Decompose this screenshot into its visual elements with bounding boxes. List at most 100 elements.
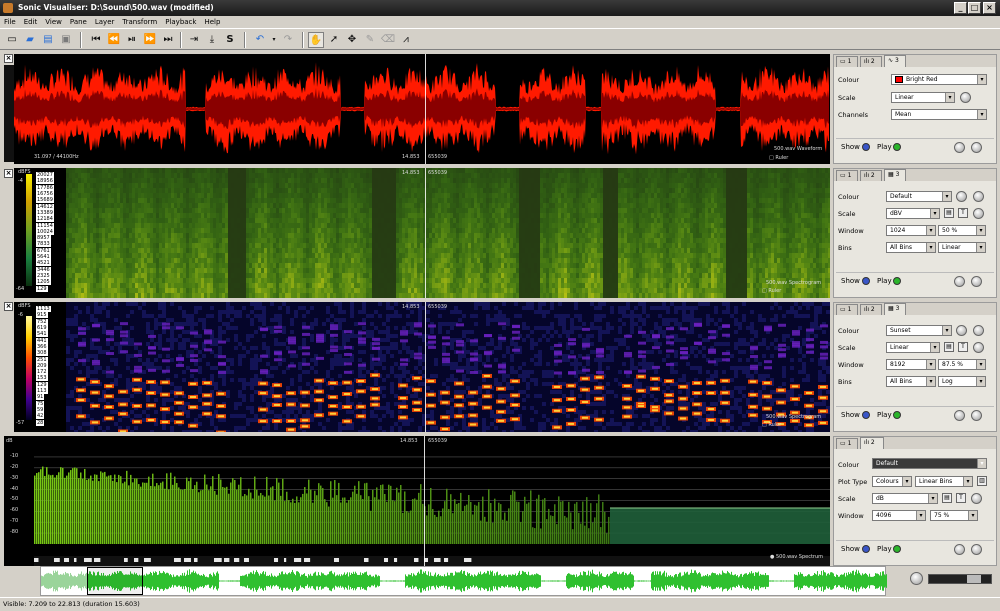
forward-end-icon[interactable]: ⏭ [160, 32, 176, 48]
gain-knob[interactable] [973, 342, 984, 353]
move-icon[interactable]: ✥ [344, 32, 360, 48]
menu-transform[interactable]: Transform [118, 16, 161, 28]
gain-knob[interactable] [960, 92, 971, 103]
tab-layer-2[interactable]: ılı 2 [860, 56, 882, 67]
maximize-button[interactable]: □ [968, 2, 981, 14]
playback-gain-knob[interactable] [954, 142, 965, 153]
ruler-toggle[interactable]: □ Ruler [769, 155, 788, 161]
scale-select[interactable]: Linear ▾ [891, 92, 955, 103]
playback-pan-knob[interactable] [971, 410, 982, 421]
playback-cursor[interactable] [425, 302, 426, 432]
tab-layer-1[interactable]: ▭ 1 [836, 304, 858, 315]
normalize-visible-button[interactable]: T [958, 208, 968, 218]
threshold-knob[interactable] [973, 191, 984, 202]
tab-layer-2[interactable]: ılı 2 [860, 170, 882, 181]
rewind-start-icon[interactable]: ⏮ [88, 32, 104, 48]
draw-pencil-icon[interactable]: ✎ [362, 32, 378, 48]
ruler-toggle[interactable]: □ Ruler [762, 422, 781, 428]
tab-layer-2[interactable]: ılı 2 [860, 304, 882, 315]
spectrogram-pane[interactable]: 14.853 655039 500.wav Spectrogram □ Rule… [66, 302, 830, 432]
playback-gain-knob[interactable] [910, 572, 923, 585]
export-icon[interactable]: ▣ [58, 32, 74, 48]
open-folder-icon[interactable]: ▰ [22, 32, 38, 48]
playback-cursor[interactable] [425, 168, 426, 298]
channels-select[interactable]: Mean ▾ [891, 109, 987, 120]
scale-select[interactable]: dBV ▾ [886, 208, 940, 219]
play-toggle[interactable] [893, 143, 901, 151]
tab-layer-1[interactable]: ▭ 1 [836, 438, 858, 449]
overview-pane[interactable] [40, 566, 887, 596]
window-size-select[interactable]: 1024 ▾ [886, 225, 936, 236]
select-arrow-icon[interactable]: ➚ [326, 32, 342, 48]
tab-layer-3[interactable]: ▦ 3 [884, 303, 906, 315]
bins-select[interactable]: All Bins ▾ [886, 242, 936, 253]
menu-view[interactable]: View [41, 16, 66, 28]
playback-speed-slider[interactable] [928, 574, 992, 584]
colour-select[interactable]: Default ▾ [872, 458, 987, 469]
menu-file[interactable]: File [0, 16, 20, 28]
menu-help[interactable]: Help [200, 16, 224, 28]
normalize-columns-button[interactable]: ▤ [944, 208, 954, 218]
play-toggle[interactable] [893, 277, 901, 285]
visible-region-box[interactable] [87, 567, 143, 595]
window-overlap-select[interactable]: 87.5 % ▾ [938, 359, 986, 370]
erase-icon[interactable]: ⌫ [380, 32, 396, 48]
play-pause-icon[interactable]: ⏯ [124, 32, 140, 48]
scale-select[interactable]: dB ▾ [872, 493, 938, 504]
playback-gain-knob[interactable] [954, 276, 965, 287]
new-file-icon[interactable]: ▭ [4, 32, 20, 48]
bins-select[interactable]: All Bins ▾ [886, 376, 936, 387]
menu-pane[interactable]: Pane [66, 16, 91, 28]
plot-type-select[interactable]: Colours ▾ [872, 476, 912, 487]
rewind-icon[interactable]: ⏪ [106, 32, 122, 48]
play-selection-icon[interactable]: ⇥ [186, 32, 202, 48]
save-icon[interactable]: ▤ [40, 32, 56, 48]
colour-select[interactable]: Bright Red ▾ [891, 74, 987, 85]
tab-layer-3[interactable]: ▦ 3 [884, 169, 906, 181]
redo-icon[interactable]: ↷ [280, 32, 296, 48]
show-toggle[interactable] [862, 545, 870, 553]
slider-handle[interactable] [967, 575, 981, 583]
bin-scale-select[interactable]: Log ▾ [938, 376, 986, 387]
playback-cursor[interactable] [424, 436, 425, 566]
window-size-select[interactable]: 8192 ▾ [886, 359, 936, 370]
show-toggle[interactable] [862, 277, 870, 285]
playback-gain-knob[interactable] [954, 544, 965, 555]
spectrum-pane[interactable]: dB -10 -20 -30 -40 -50 -60 -70 -80 14.853 65503… [4, 436, 830, 566]
ruler-toggle[interactable]: □ Ruler [762, 288, 781, 294]
minimize-button[interactable]: _ [954, 2, 967, 14]
playback-gain-knob[interactable] [954, 410, 965, 421]
playback-pan-knob[interactable] [971, 544, 982, 555]
show-peaks-button[interactable]: ▥ [977, 476, 987, 486]
gain-knob[interactable] [973, 208, 984, 219]
normalize-visible-button[interactable]: T [958, 342, 968, 352]
colour-select[interactable]: Default ▾ [886, 191, 952, 202]
menu-layer[interactable]: Layer [91, 16, 119, 28]
menu-edit[interactable]: Edit [20, 16, 42, 28]
normalize-columns-button[interactable]: ▤ [944, 342, 954, 352]
play-toggle[interactable] [893, 545, 901, 553]
bin-scale-select[interactable]: Linear ▾ [938, 242, 986, 253]
spectrogram-pane[interactable]: 14.853 655039 500.wav Spectrogram □ Rule… [66, 168, 830, 298]
menu-playback[interactable]: Playback [161, 16, 200, 28]
navigate-hand-icon[interactable]: ✋ [308, 32, 324, 48]
threshold-knob[interactable] [973, 325, 984, 336]
tab-layer-1[interactable]: ▭ 1 [836, 56, 858, 67]
fast-forward-icon[interactable]: ⏩ [142, 32, 158, 48]
show-toggle[interactable] [862, 143, 870, 151]
threshold-button[interactable]: T [956, 493, 966, 503]
tab-layer-3[interactable]: ∿ 3 [884, 55, 906, 67]
playback-pan-knob[interactable] [971, 142, 982, 153]
playback-pan-knob[interactable] [971, 276, 982, 287]
colour-rotation-knob[interactable] [956, 325, 967, 336]
tab-layer-2[interactable]: ılı 2 [860, 437, 884, 449]
close-pane-button[interactable]: × [4, 169, 13, 178]
bin-mode-select[interactable]: Linear Bins ▾ [915, 476, 973, 487]
solo-icon[interactable]: S [222, 32, 238, 48]
window-size-select[interactable]: 4096 ▾ [872, 510, 926, 521]
normalize-button[interactable]: ▤ [942, 493, 952, 503]
waveform-pane[interactable]: 31.097 / 44100Hz 14.853 655039 500.wav W… [14, 54, 830, 164]
colour-select[interactable]: Sunset ▾ [886, 325, 952, 336]
colour-rotation-knob[interactable] [956, 191, 967, 202]
gain-knob[interactable] [971, 493, 982, 504]
